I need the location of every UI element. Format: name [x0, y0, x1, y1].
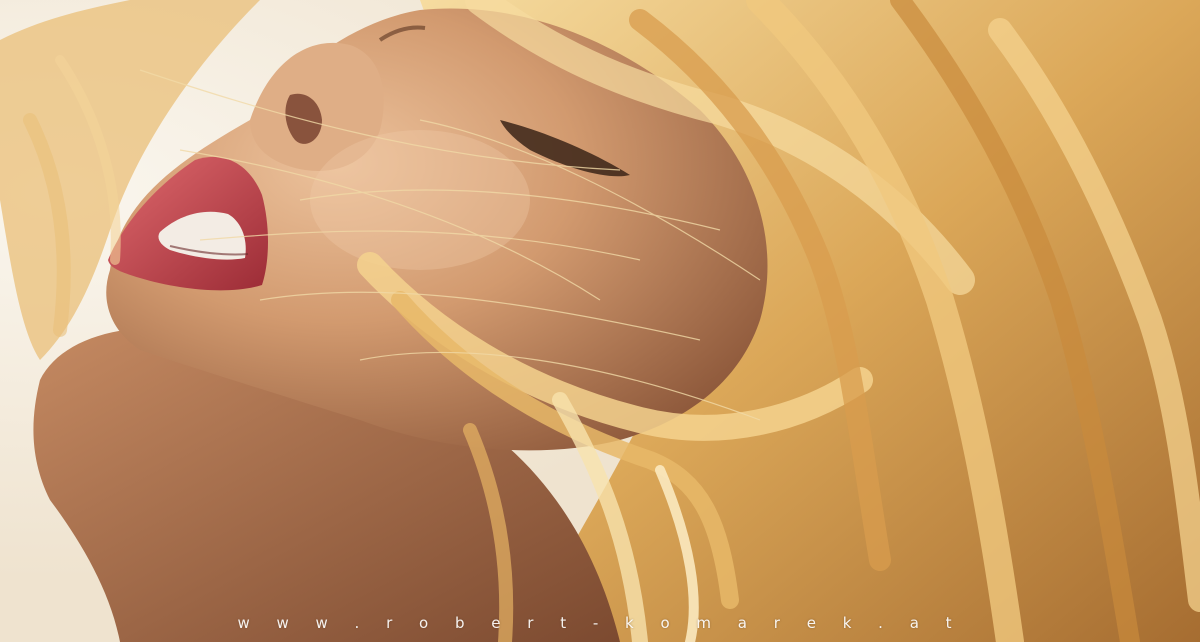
watermark-text: w w w . r o b e r t - k o m a r e k . a … [237, 614, 963, 632]
photo-frame: w w w . r o b e r t - k o m a r e k . a … [0, 0, 1200, 642]
portrait-photo [0, 0, 1200, 642]
